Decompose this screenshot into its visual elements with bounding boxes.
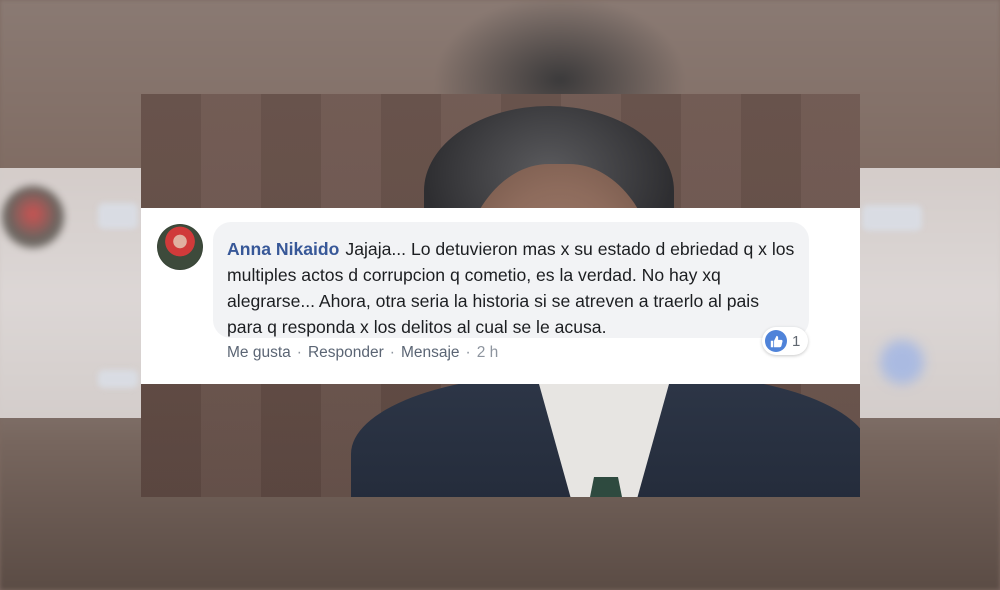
separator: · xyxy=(296,344,302,361)
timestamp[interactable]: 2 h xyxy=(477,344,499,362)
comment-body: Anna Nikaido Jajaja... Lo detuvieron mas … xyxy=(227,236,795,340)
message-link[interactable]: Mensaje xyxy=(401,344,460,362)
reaction-count: 1 xyxy=(792,332,801,350)
author-name[interactable]: Anna Nikaido xyxy=(227,239,339,259)
blurred-avatar xyxy=(2,186,64,248)
blurred-text-fragment xyxy=(862,205,922,231)
separator: · xyxy=(389,344,395,361)
reaction-badge[interactable]: 1 xyxy=(762,327,809,355)
blurred-like-badge xyxy=(880,340,924,384)
comment-card: Anna Nikaido Jajaja... Lo detuvieron mas … xyxy=(141,208,860,384)
comment-actions: Me gusta · Responder · Mensaje · 2 h xyxy=(227,344,498,362)
blurred-text-fragment xyxy=(98,203,138,229)
blurred-text-fragment xyxy=(98,370,138,388)
comment-bubble: Anna Nikaido Jajaja... Lo detuvieron mas … xyxy=(213,222,809,338)
avatar[interactable] xyxy=(157,224,203,270)
like-link[interactable]: Me gusta xyxy=(227,344,291,362)
thumbs-up-icon xyxy=(765,330,787,352)
separator: · xyxy=(465,344,471,361)
reply-link[interactable]: Responder xyxy=(308,344,384,362)
